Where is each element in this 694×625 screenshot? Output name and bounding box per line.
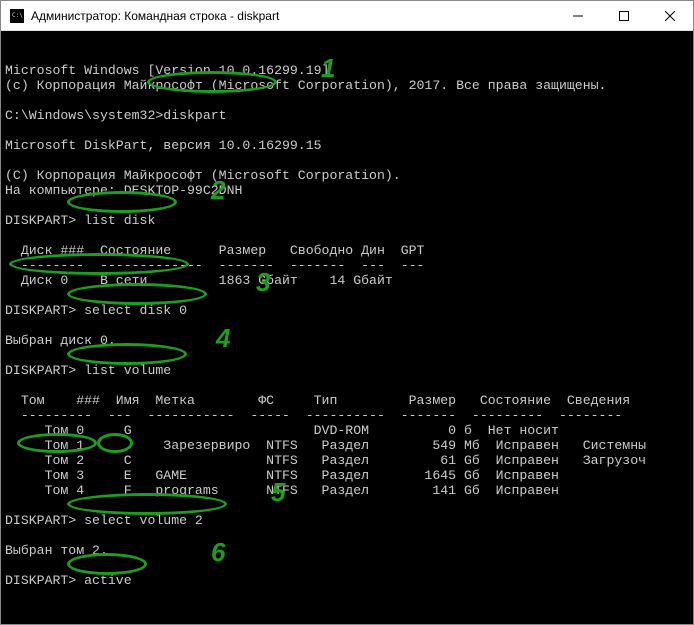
command-list-volume: list volume [84, 363, 171, 378]
svg-text:_: _ [12, 17, 16, 23]
output-line: На компьютере: DESKTOP-99C2DNH [5, 183, 242, 198]
output-line: (C) Корпорация Майкрософт (Microsoft Cor… [5, 168, 401, 183]
app-icon: C:\ _ [9, 8, 25, 24]
output-line: Microsoft DiskPart, версия 10.0.16299.15 [5, 138, 322, 153]
close-button[interactable] [647, 1, 693, 30]
volume-table-row: Том 3 E GAME NTFS Раздел 1645 Gб Исправе… [5, 468, 559, 483]
command-diskpart: diskpart [163, 108, 226, 123]
volume-table-row: Том 2 C NTFS Раздел 61 Gб Исправен Загру… [5, 453, 646, 468]
terminal-area[interactable]: Microsoft Windows [Version 10.0.16299.19… [1, 31, 693, 624]
output-line: (c) Корпорация Майкрософт (Microsoft Cor… [5, 78, 606, 93]
window-title: Администратор: Командная строка - diskpa… [31, 9, 555, 23]
output-line: Выбран диск 0. [5, 333, 116, 348]
titlebar[interactable]: C:\ _ Администратор: Командная строка - … [1, 1, 693, 31]
prompt: DISKPART> [5, 573, 84, 588]
command-select-volume: select volume 2 [84, 513, 203, 528]
volume-table-header: Том ### Имя Метка ФС Тип Размер Состояни… [5, 393, 630, 408]
volume-table-row: Том 4 F programs NTFS Раздел 141 Gб Испр… [5, 483, 559, 498]
output-line: Выбран том 2. [5, 543, 108, 558]
disk-table-separator: -------- ------------- ------- ------- -… [5, 258, 424, 273]
app-window: C:\ _ Администратор: Командная строка - … [0, 0, 694, 625]
maximize-button[interactable] [601, 1, 647, 30]
prompt: C:\Windows\system32> [5, 108, 163, 123]
volume-table-row: Том 1 Зарезервиро NTFS Раздел 549 Мб Исп… [5, 438, 646, 453]
prompt: DISKPART> [5, 513, 84, 528]
volume-table-separator: --------- --- ----------- ----- --------… [5, 408, 622, 423]
volume-table-row: Том 0 G DVD-ROM 0 б Нет носит [5, 423, 559, 438]
command-select-disk: select disk 0 [84, 303, 187, 318]
disk-table-row: Диск 0 В сети 1863 Gбайт 14 Gбайт [5, 273, 393, 288]
command-active: active [84, 573, 131, 588]
prompt: DISKPART> [5, 213, 84, 228]
output-line: Microsoft Windows [Version 10.0.16299.19… [5, 63, 329, 78]
window-controls [555, 1, 693, 30]
prompt: DISKPART> [5, 303, 84, 318]
disk-table-header: Диск ### Состояние Размер Свободно Дин G… [5, 243, 424, 258]
minimize-button[interactable] [555, 1, 601, 30]
prompt: DISKPART> [5, 363, 84, 378]
command-list-disk: list disk [84, 213, 155, 228]
terminal-content: Microsoft Windows [Version 10.0.16299.19… [5, 63, 689, 588]
